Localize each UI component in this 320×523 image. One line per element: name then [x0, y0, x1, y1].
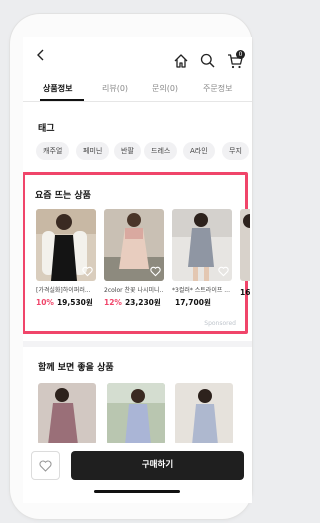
- tab-order-info[interactable]: 주문정보: [203, 83, 232, 94]
- home-icon[interactable]: [173, 53, 189, 69]
- product-photo: [107, 383, 165, 445]
- product-price: 17,700원: [175, 298, 211, 307]
- product-photo: [38, 383, 96, 445]
- product-name: [가격실화]하이퍼러...: [36, 287, 91, 294]
- product-name: 2color 찬꽃 나시미니...: [104, 287, 164, 294]
- product-image[interactable]: [240, 209, 250, 281]
- product-image[interactable]: [104, 209, 164, 281]
- product-image[interactable]: [172, 209, 232, 281]
- product-card[interactable]: [가격실화]하이퍼러... 10% 19,530원: [36, 209, 96, 308]
- product-card[interactable]: 2color 찬꽃 나시미니... 12% 23,230원: [104, 209, 164, 308]
- recommended-product-image[interactable]: [107, 383, 165, 445]
- recommended-product-image[interactable]: [38, 383, 96, 445]
- heart-outline-icon: [39, 460, 52, 472]
- cart-count-badge: 0: [236, 50, 245, 59]
- product-price: 16: [240, 288, 250, 297]
- wishlist-button[interactable]: [31, 451, 60, 480]
- tab-product-info[interactable]: 상품정보: [43, 83, 72, 94]
- product-price-row: 10% 19,530원: [36, 297, 96, 308]
- tab-inquiries[interactable]: 문의(0): [152, 83, 178, 94]
- tag-chip[interactable]: 반팔: [114, 142, 141, 160]
- product-price: 23,230원: [124, 298, 161, 307]
- product-name: *3컬러* 스트라이프 ...: [172, 287, 230, 294]
- tags-title: 태그: [38, 124, 55, 134]
- product-image[interactable]: [36, 209, 96, 281]
- home-indicator: [94, 490, 180, 493]
- tag-chip[interactable]: A라인: [183, 142, 215, 160]
- heart-icon[interactable]: [218, 266, 229, 277]
- top-bar: 0: [23, 37, 252, 73]
- tab-reviews[interactable]: 리뷰(0): [102, 83, 128, 94]
- product-detail-screen: 0 상품정보 리뷰(0) 문의(0) 주문정보 태그 캐주얼 페미닌 반팔 드레…: [23, 37, 252, 503]
- heart-icon[interactable]: [82, 266, 93, 277]
- discount-rate: 10%: [36, 298, 54, 307]
- trending-products-section: 요즘 뜨는 상품 [가격실화]하이퍼러... 10% 19,530원 2colo…: [23, 172, 250, 334]
- product-photo: [175, 383, 233, 445]
- discount-rate: 12%: [104, 298, 122, 307]
- recommended-title: 함께 보면 좋을 상품: [38, 363, 114, 373]
- buy-button[interactable]: 구매하기: [71, 451, 244, 480]
- product-price-row: 12% 23,230원: [104, 297, 164, 308]
- product-tabs: 상품정보 리뷰(0) 문의(0) 주문정보: [23, 79, 252, 102]
- product-price-row: 17,700원: [172, 297, 232, 308]
- trending-title: 요즘 뜨는 상품: [35, 191, 91, 201]
- search-icon[interactable]: [200, 53, 215, 68]
- product-photo: [240, 209, 250, 281]
- product-price-row: 16: [240, 288, 250, 297]
- tag-chip[interactable]: 페미닌: [76, 142, 110, 160]
- recommended-product-image[interactable]: [175, 383, 233, 445]
- product-price: 19,530원: [56, 298, 93, 307]
- product-card[interactable]: 16: [240, 209, 250, 297]
- active-tab-indicator: [40, 99, 84, 101]
- heart-icon[interactable]: [150, 266, 161, 277]
- sponsored-label: Sponsored: [204, 320, 236, 327]
- back-arrow-icon[interactable]: [35, 49, 47, 61]
- section-divider: [23, 341, 252, 347]
- tag-chip[interactable]: 캐주얼: [36, 142, 70, 160]
- tag-chip[interactable]: 드레스: [144, 142, 178, 160]
- tag-chip[interactable]: 무지: [222, 142, 249, 160]
- product-card[interactable]: *3컬러* 스트라이프 ... 17,700원: [172, 209, 232, 308]
- bottom-action-bar: 구매하기: [23, 443, 252, 503]
